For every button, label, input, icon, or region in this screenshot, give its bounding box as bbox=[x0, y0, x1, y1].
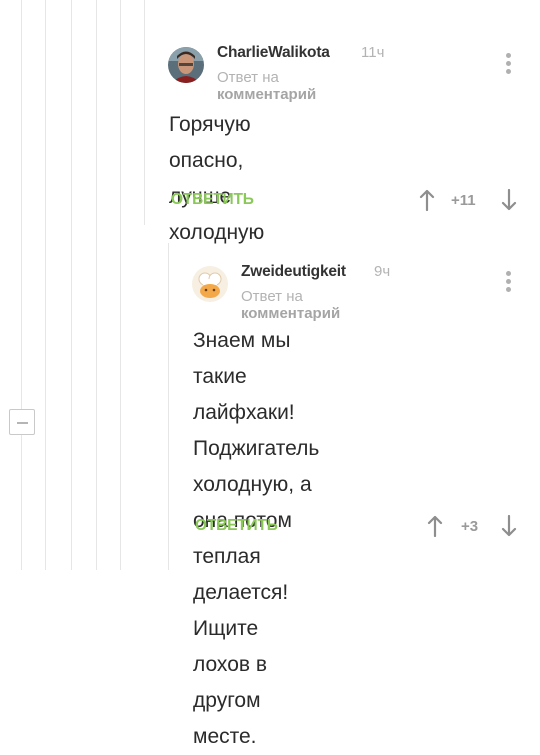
collapse-thread-button[interactable] bbox=[9, 409, 35, 435]
comment-text-line: месте. bbox=[193, 725, 257, 748]
reply-to-prefix: Ответ на bbox=[241, 288, 303, 305]
comment-text-line: Поджигатель холодную, а bbox=[193, 437, 320, 496]
reply-to-prefix: Ответ на bbox=[217, 69, 279, 86]
reply-to-link[interactable]: комментарий bbox=[241, 305, 340, 322]
comment-text: Горячую опасно, лучше холодную bbox=[169, 107, 264, 251]
thread-line bbox=[21, 0, 22, 409]
reply-button[interactable]: ОТВЕТИТЬ bbox=[195, 517, 278, 535]
avatar[interactable] bbox=[192, 266, 228, 302]
thread-line bbox=[120, 0, 121, 570]
comment-text: Знаем мы такие лайфхаки! Поджигатель хол… bbox=[193, 323, 319, 755]
thread-line bbox=[96, 0, 97, 570]
downvote-arrow-icon[interactable] bbox=[501, 189, 517, 211]
avatar[interactable] bbox=[168, 47, 204, 83]
reply-to-info: Ответ на комментарий bbox=[241, 288, 340, 322]
comment-text-line: Ищите лохов в другом bbox=[193, 617, 268, 712]
upvote-arrow-icon[interactable] bbox=[427, 515, 443, 537]
rating-count: +3 bbox=[461, 518, 479, 535]
reply-to-link[interactable]: комментарий bbox=[217, 86, 316, 103]
comment-text-line: Знаем мы такие лайфхаки! bbox=[193, 329, 295, 424]
thread-line bbox=[45, 0, 46, 570]
comment-menu-icon[interactable] bbox=[504, 271, 514, 297]
chef-avatar-icon bbox=[192, 266, 228, 302]
comment-menu-icon[interactable] bbox=[504, 53, 514, 79]
comment-time: 9ч bbox=[374, 263, 391, 280]
comment-text-line: холодную bbox=[169, 221, 265, 244]
reply-button[interactable]: ОТВЕТИТЬ bbox=[171, 191, 254, 209]
upvote-arrow-icon[interactable] bbox=[419, 189, 435, 211]
downvote-arrow-icon[interactable] bbox=[501, 515, 517, 537]
thread-line bbox=[71, 0, 72, 570]
comment-time: 11ч bbox=[361, 44, 385, 61]
comment-author[interactable]: Zweideutigkeit bbox=[241, 263, 346, 281]
thread-line bbox=[168, 243, 169, 570]
thread-line bbox=[21, 435, 22, 570]
user-photo-avatar-icon bbox=[168, 47, 204, 83]
rating-count: +11 bbox=[451, 192, 476, 209]
comment-author[interactable]: CharlieWalikota bbox=[217, 44, 330, 62]
reply-to-info: Ответ на комментарий bbox=[217, 69, 316, 103]
thread-line bbox=[144, 0, 145, 225]
